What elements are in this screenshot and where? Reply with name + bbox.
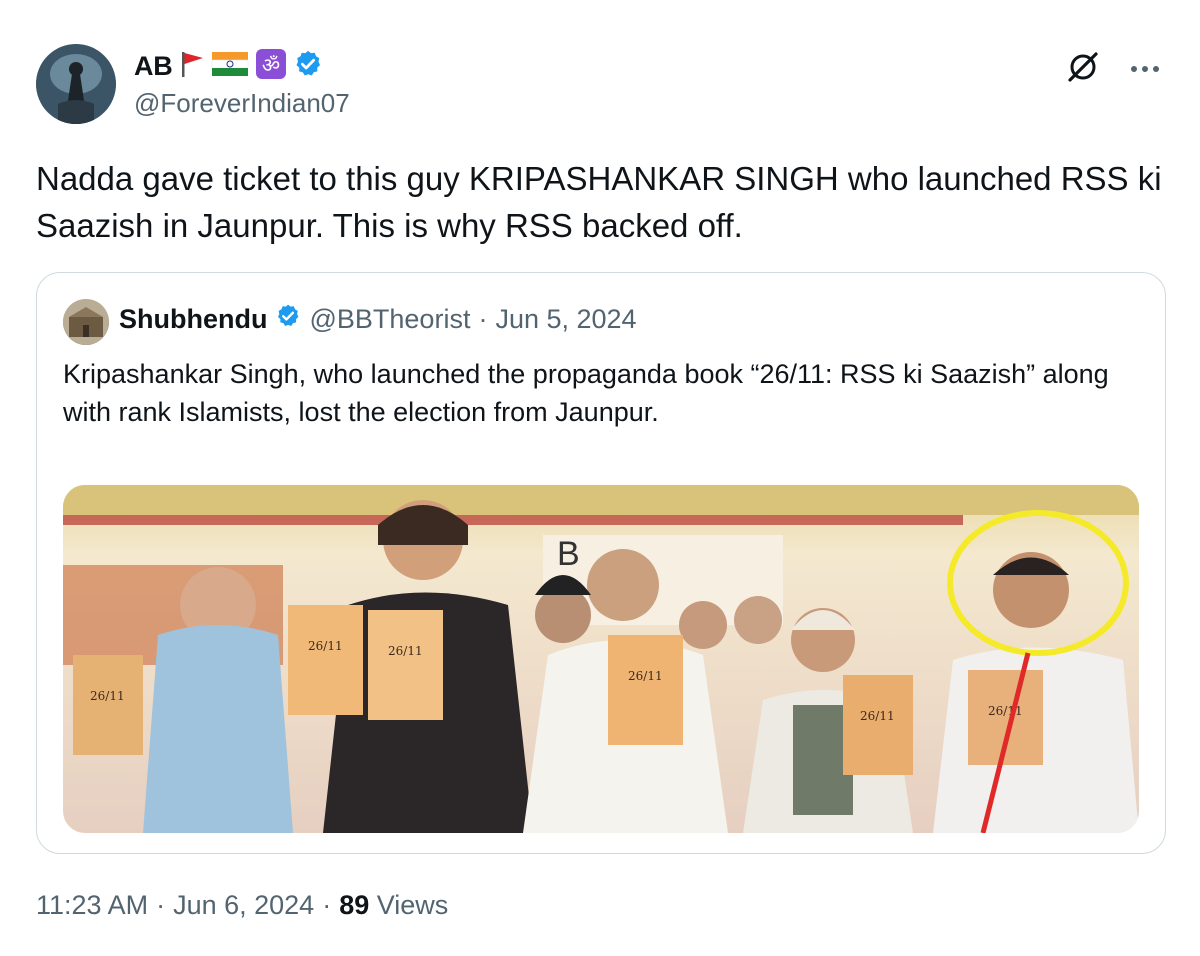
grok-icon[interactable] xyxy=(1066,50,1100,89)
svg-text:ॐ: ॐ xyxy=(261,53,279,77)
svg-text:26/11: 26/11 xyxy=(388,644,423,658)
tweet-date[interactable]: Jun 6, 2024 xyxy=(173,890,314,921)
india-flag-icon xyxy=(211,50,249,83)
svg-text:B: B xyxy=(557,535,580,573)
avatar-image xyxy=(36,44,116,124)
event-photo: B 26/11 26/11 26/11 26/11 26/11 26/11 xyxy=(63,485,1139,833)
footer-separator: · xyxy=(156,890,166,920)
quoted-author-avatar xyxy=(63,299,109,345)
svg-text:26/11: 26/11 xyxy=(860,709,895,723)
tweet-text: Nadda gave ticket to this guy KRIPASHANK… xyxy=(36,160,1162,244)
quoted-photo[interactable]: B 26/11 26/11 26/11 26/11 26/11 26/11 xyxy=(63,485,1139,833)
tweet-footer: 11:23 AM · Jun 6, 2024 · 89 Views xyxy=(36,890,448,921)
svg-text:26/11: 26/11 xyxy=(988,704,1023,718)
views-label: Views xyxy=(376,890,449,920)
quoted-handle[interactable]: @BBTheorist xyxy=(309,304,470,335)
quoted-display-name[interactable]: Shubhendu xyxy=(119,304,267,335)
svg-text:26/11: 26/11 xyxy=(628,669,663,683)
author-name-row: AB ॐ xyxy=(134,48,323,85)
tweet-actions-top xyxy=(1066,50,1160,89)
author-avatar[interactable] xyxy=(36,44,116,124)
quoted-tweet[interactable]: Shubhendu @BBTheorist · Jun 5, 2024 Krip… xyxy=(36,272,1166,854)
footer-separator: · xyxy=(322,890,332,920)
svg-text:26/11: 26/11 xyxy=(90,689,125,703)
svg-text:26/11: 26/11 xyxy=(308,639,343,653)
verified-badge-icon xyxy=(275,303,301,336)
views-count[interactable]: 89 xyxy=(339,890,369,920)
quoted-date[interactable]: Jun 5, 2024 xyxy=(495,304,636,335)
tweet-time[interactable]: 11:23 AM xyxy=(36,890,148,921)
quoted-text: Kripashankar Singh, who launched the pro… xyxy=(63,359,1109,427)
om-icon: ॐ xyxy=(255,48,287,85)
quoted-header: Shubhendu @BBTheorist · Jun 5, 2024 xyxy=(119,303,637,336)
author-handle[interactable]: @ForeverIndian07 xyxy=(134,88,350,119)
author-display-name[interactable]: AB xyxy=(134,51,173,82)
red-flag-icon xyxy=(179,49,205,84)
quoted-separator: · xyxy=(478,304,488,334)
more-icon[interactable] xyxy=(1130,61,1160,79)
verified-badge-icon xyxy=(293,49,323,84)
